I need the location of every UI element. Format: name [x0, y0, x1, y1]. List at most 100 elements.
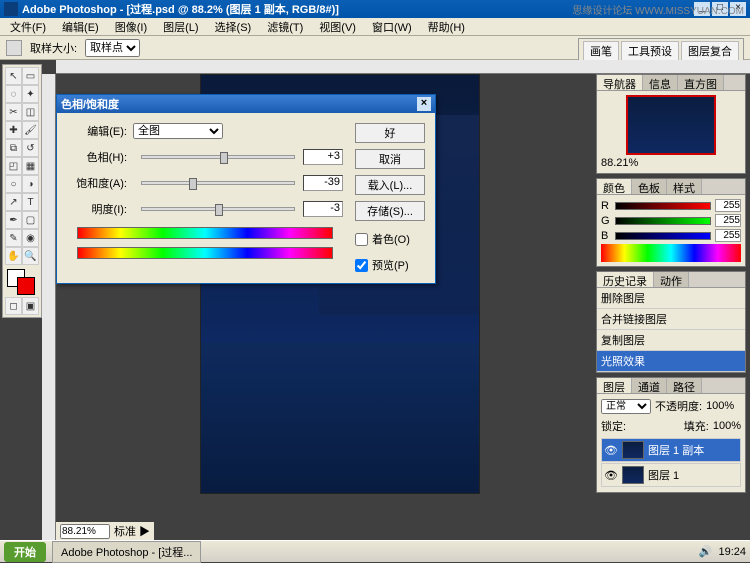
gradient-tool[interactable]: ▦ [22, 157, 39, 175]
stamp-tool[interactable]: ⧉ [5, 139, 22, 157]
wand-tool[interactable]: ✦ [22, 85, 39, 103]
dock-brushes[interactable]: 画笔 [583, 41, 619, 61]
quickmask-tool[interactable]: ◻ [5, 297, 22, 315]
tab-layers[interactable]: 图层 [597, 378, 632, 393]
tray-icon[interactable]: 🔊 [699, 545, 713, 558]
r-slider[interactable] [615, 202, 711, 210]
menu-filter[interactable]: 滤镜(T) [261, 18, 309, 36]
preview-checkbox[interactable] [355, 259, 368, 272]
save-button[interactable]: 存储(S)... [355, 201, 425, 221]
screenmode-tool[interactable]: ▣ [22, 297, 39, 315]
marquee-tool[interactable]: ▭ [22, 67, 39, 85]
hue-value[interactable]: +3 [303, 149, 343, 165]
sat-slider[interactable] [141, 181, 295, 185]
visibility-icon[interactable]: 👁 [604, 469, 618, 482]
eyedropper-tool[interactable]: ◉ [22, 229, 39, 247]
g-value[interactable]: 255 [715, 214, 741, 227]
zoom-tool[interactable]: 🔍 [22, 247, 39, 265]
taskbar-task[interactable]: Adobe Photoshop - [过程... [52, 541, 201, 563]
blur-tool[interactable]: ○ [5, 175, 22, 193]
menu-window[interactable]: 窗口(W) [366, 18, 418, 36]
hue-bar-bottom [77, 247, 333, 259]
hue-slider[interactable] [141, 155, 295, 159]
lock-label: 锁定: [601, 418, 626, 434]
fill-value[interactable]: 100% [713, 420, 741, 432]
tab-histogram[interactable]: 直方图 [678, 75, 724, 90]
tab-info[interactable]: 信息 [643, 75, 678, 90]
notes-tool[interactable]: ✎ [5, 229, 22, 247]
g-slider[interactable] [615, 217, 711, 225]
type-tool[interactable]: T [22, 193, 39, 211]
r-value[interactable]: 255 [715, 199, 741, 212]
visibility-icon[interactable]: 👁 [604, 444, 618, 457]
zoom-mode[interactable]: 标准 ▶ [114, 523, 150, 539]
hand-tool[interactable]: ✋ [5, 247, 22, 265]
crop-tool[interactable]: ✂ [5, 103, 22, 121]
edit-select[interactable]: 全图 [133, 123, 223, 139]
path-tool[interactable]: ↗ [5, 193, 22, 211]
tab-navigator[interactable]: 导航器 [597, 75, 643, 90]
dialog-title: 色相/饱和度 [61, 96, 119, 112]
workspace: ↖▭ ◌✦ ✂◫ ✚🖌 ⧉↺ ◰▦ ○◑ ↗T ✒▢ ✎◉ ✋🔍 ◻▣ 标准 ▶… [0, 60, 750, 540]
layer-row[interactable]: 👁 图层 1 [601, 463, 741, 487]
layer-thumbnail [622, 466, 644, 484]
menu-help[interactable]: 帮助(H) [422, 18, 471, 36]
cancel-button[interactable]: 取消 [355, 149, 425, 169]
light-value[interactable]: -3 [303, 201, 343, 217]
zoom-input[interactable] [60, 524, 110, 539]
tab-channels[interactable]: 通道 [632, 378, 667, 393]
tab-swatches[interactable]: 色板 [632, 179, 667, 194]
menu-layer[interactable]: 图层(L) [157, 18, 204, 36]
heal-tool[interactable]: ✚ [5, 121, 22, 139]
history-item[interactable]: 删除图层 [597, 288, 745, 309]
colorize-checkbox[interactable] [355, 233, 368, 246]
dialog-close-button[interactable]: × [417, 97, 431, 111]
dock-layer-comps[interactable]: 图层复合 [681, 41, 739, 61]
menu-edit[interactable]: 编辑(E) [56, 18, 105, 36]
g-label: G [601, 215, 611, 227]
toolbox: ↖▭ ◌✦ ✂◫ ✚🖌 ⧉↺ ◰▦ ○◑ ↗T ✒▢ ✎◉ ✋🔍 ◻▣ [2, 64, 42, 318]
tab-actions[interactable]: 动作 [654, 272, 689, 287]
history-brush-tool[interactable]: ↺ [22, 139, 39, 157]
layers-panel: 图层 通道 路径 正常 不透明度: 100% 锁定: 填充: 100% 👁 [596, 377, 746, 493]
ok-button[interactable]: 好 [355, 123, 425, 143]
sample-size-label: 取样大小: [30, 40, 77, 56]
light-slider[interactable] [141, 207, 295, 211]
move-tool[interactable]: ↖ [5, 67, 22, 85]
color-spectrum[interactable] [601, 244, 741, 262]
shape-tool[interactable]: ▢ [22, 211, 39, 229]
navigator-thumbnail[interactable] [626, 95, 716, 155]
color-swatch[interactable] [5, 269, 39, 297]
background-color[interactable] [17, 277, 35, 295]
tab-styles[interactable]: 样式 [667, 179, 702, 194]
menu-file[interactable]: 文件(F) [4, 18, 52, 36]
pen-tool[interactable]: ✒ [5, 211, 22, 229]
tab-color[interactable]: 颜色 [597, 179, 632, 194]
dock-tool-presets[interactable]: 工具预设 [621, 41, 679, 61]
dodge-tool[interactable]: ◑ [22, 175, 39, 193]
start-button[interactable]: 开始 [4, 542, 46, 562]
menu-select[interactable]: 选择(S) [209, 18, 258, 36]
load-button[interactable]: 载入(L)... [355, 175, 425, 195]
layer-row-selected[interactable]: 👁 图层 1 副本 [601, 438, 741, 462]
sample-size-select[interactable]: 取样点 [85, 39, 140, 57]
sat-value[interactable]: -39 [303, 175, 343, 191]
navigator-zoom[interactable]: 88.21% [601, 157, 741, 169]
b-label: B [601, 230, 611, 242]
b-slider[interactable] [615, 232, 711, 240]
history-item-selected[interactable]: 光照效果 [597, 351, 745, 372]
edit-label: 编辑(E): [67, 123, 127, 139]
blend-mode-select[interactable]: 正常 [601, 399, 651, 414]
eraser-tool[interactable]: ◰ [5, 157, 22, 175]
tab-paths[interactable]: 路径 [667, 378, 702, 393]
lasso-tool[interactable]: ◌ [5, 85, 22, 103]
menu-view[interactable]: 视图(V) [313, 18, 362, 36]
opacity-value[interactable]: 100% [706, 400, 734, 412]
tab-history[interactable]: 历史记录 [597, 272, 654, 287]
brush-tool[interactable]: 🖌 [22, 121, 39, 139]
history-item[interactable]: 复制图层 [597, 330, 745, 351]
b-value[interactable]: 255 [715, 229, 741, 242]
slice-tool[interactable]: ◫ [22, 103, 39, 121]
history-item[interactable]: 合并链接图层 [597, 309, 745, 330]
menu-image[interactable]: 图像(I) [109, 18, 153, 36]
